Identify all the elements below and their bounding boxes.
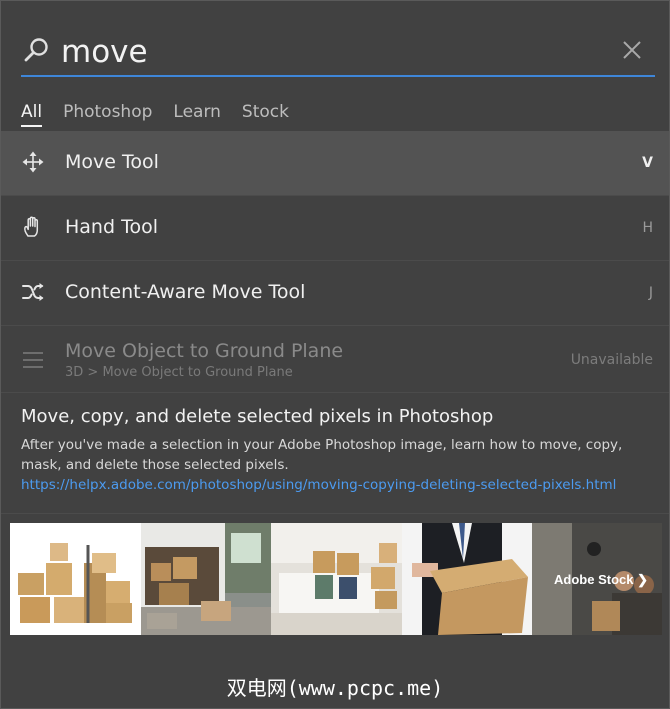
adobe-stock-label[interactable]: Adobe Stock ❯: [554, 572, 648, 588]
search-panel: All Photoshop Learn Stock Move Tool V: [0, 0, 670, 709]
menu-icon: [23, 352, 43, 368]
learn-result[interactable]: Move, copy, and delete selected pixels i…: [21, 406, 661, 493]
result-label: Content-Aware Move Tool: [65, 281, 306, 303]
result-move-object-to-ground-plane: Move Object to Ground Plane 3D > Move Ob…: [1, 326, 669, 393]
stock-thumbnail[interactable]: [10, 523, 141, 635]
result-sublabel: 3D > Move Object to Ground Plane: [65, 365, 293, 380]
tab-all[interactable]: All: [21, 101, 43, 127]
result-move-tool[interactable]: Move Tool V: [1, 131, 669, 196]
learn-title[interactable]: Move, copy, and delete selected pixels i…: [21, 406, 661, 427]
result-label: Move Tool: [65, 151, 159, 173]
stock-thumbnail[interactable]: [271, 523, 402, 635]
moving-truck-image: [141, 523, 271, 635]
divider: [1, 513, 669, 514]
move-icon: [22, 151, 44, 173]
stock-thumbnail[interactable]: [141, 523, 271, 635]
result-label: Hand Tool: [65, 216, 158, 238]
tab-stock[interactable]: Stock: [242, 101, 289, 127]
search-input[interactable]: [61, 31, 601, 73]
hand-icon: [24, 216, 39, 237]
close-icon[interactable]: [621, 39, 643, 61]
shortcut-key: V: [642, 155, 653, 171]
result-label: Move Object to Ground Plane: [65, 340, 344, 362]
watermark: 双电网(www.pcpc.me): [226, 676, 444, 700]
stock-strip: Adobe Stock ❯: [10, 523, 662, 635]
shortcut-key: H: [642, 220, 653, 236]
learn-description: After you've made a selection in your Ad…: [21, 437, 623, 473]
result-hand-tool[interactable]: Hand Tool H: [1, 196, 669, 261]
stock-more-link[interactable]: Adobe Stock ❯: [532, 523, 662, 635]
boxes-image: [10, 523, 141, 635]
search-icon: [24, 38, 48, 62]
shortcut-key: J: [648, 285, 653, 301]
businessman-box-image: [402, 523, 532, 635]
result-content-aware-move-tool[interactable]: Content-Aware Move Tool J: [1, 261, 669, 326]
unavailable-label: Unavailable: [570, 352, 653, 368]
search-bar: [21, 31, 655, 77]
filter-tabs: All Photoshop Learn Stock: [21, 101, 310, 131]
tab-photoshop[interactable]: Photoshop: [63, 101, 152, 127]
tab-learn[interactable]: Learn: [173, 101, 221, 127]
content-aware-move-icon: [22, 283, 44, 301]
results-list: Move Tool V Hand Tool H Content-Aware Mo…: [1, 131, 669, 393]
stock-thumbnail[interactable]: [402, 523, 532, 635]
learn-link[interactable]: https://helpx.adobe.com/photoshop/using/…: [21, 477, 661, 493]
search-underline: [21, 75, 655, 77]
couple-boxes-image: [271, 523, 402, 635]
